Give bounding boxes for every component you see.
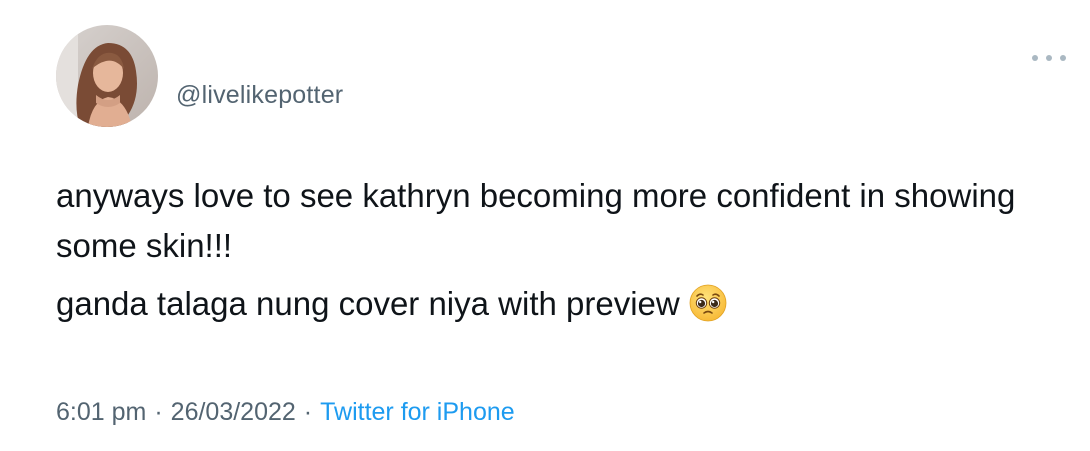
more-dot-icon [1032,55,1038,61]
profile-photo-icon [56,25,158,127]
tweet-source-link[interactable]: Twitter for iPhone [320,398,515,426]
more-dot-icon [1060,55,1066,61]
separator-dot: · [303,398,313,426]
more-dot-icon [1046,55,1052,61]
tweet-time[interactable]: 6:01 pm [56,398,146,426]
tweet-paragraph-text: ganda talaga nung cover niya with previe… [56,285,680,322]
more-options-button[interactable] [1032,50,1066,66]
avatar[interactable] [56,25,158,127]
tweet-date[interactable]: 26/03/2022 [171,398,296,426]
tweet-metadata: 6:01 pm · 26/03/2022 · Twitter for iPhone [56,396,515,428]
pleading-face-emoji-icon [688,283,728,323]
tweet-card: @livelikepotter anyways love to see kath… [0,0,1090,451]
separator-dot: · [154,398,163,426]
tweet-paragraph: anyways love to see kathryn becoming mor… [56,177,1016,264]
tweet-text: anyways love to see kathryn becoming mor… [56,171,1076,329]
tweet-paragraph-2: ganda talaga nung cover niya with previe… [56,279,1076,329]
user-handle[interactable]: @livelikepotter [176,80,343,110]
